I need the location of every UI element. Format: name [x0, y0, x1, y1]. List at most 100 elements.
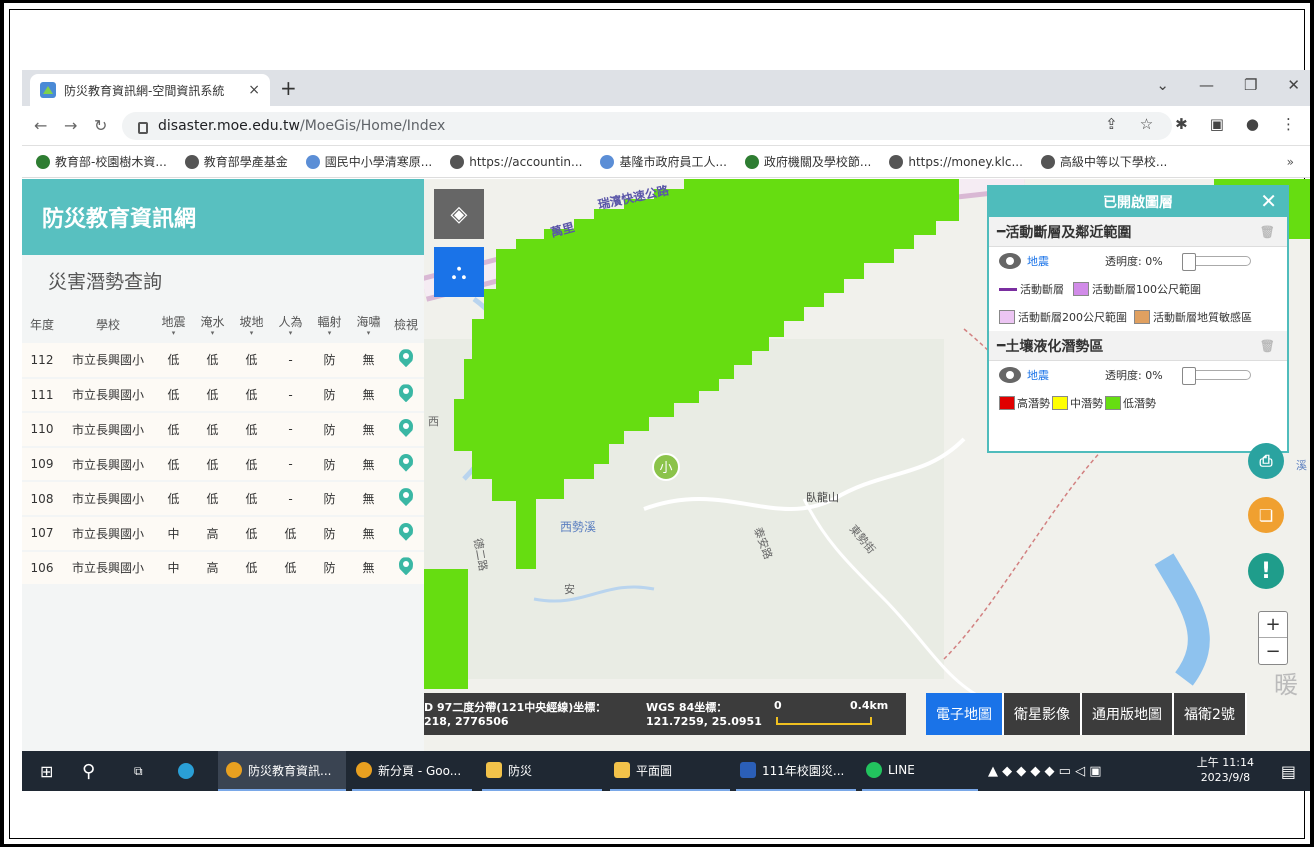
- bookmark-star-icon[interactable]: ☆: [1140, 115, 1153, 133]
- menu-icon[interactable]: ⋮: [1281, 115, 1296, 133]
- new-tab-button[interactable]: +: [280, 76, 297, 100]
- hazard-tool-button[interactable]: ⛬: [434, 247, 484, 297]
- clock-date: 2023/9/8: [1200, 771, 1251, 784]
- side-panel-icon[interactable]: ▣: [1210, 115, 1224, 133]
- print-button[interactable]: ⎙: [1248, 443, 1284, 479]
- col-tsunami[interactable]: 海嘯 ▾: [349, 305, 388, 343]
- trash-icon[interactable]: 🗑: [1260, 225, 1275, 239]
- col-flood[interactable]: 淹水 ▾: [193, 305, 232, 343]
- col-radiation[interactable]: 輻射 ▾: [310, 305, 349, 343]
- taskbar-app[interactable]: LINE: [862, 751, 978, 791]
- map-pin-icon[interactable]: [399, 349, 413, 368]
- cell-view[interactable]: [388, 377, 424, 414]
- bookmark-item[interactable]: 高級中等以下學校...: [1040, 153, 1167, 170]
- close-window-icon[interactable]: ✕: [1287, 76, 1300, 94]
- share-icon[interactable]: ⇪: [1105, 115, 1118, 133]
- map-pin-icon[interactable]: [399, 557, 413, 576]
- cell-view[interactable]: [388, 481, 424, 517]
- cell-tsunami: 無: [349, 550, 388, 587]
- system-tray[interactable]: ▲ ◆ ◆ ◆ ◆ ▭ ◁ ▣: [988, 751, 1101, 791]
- layers-button[interactable]: ◈: [434, 189, 484, 239]
- basemap-button[interactable]: 電子地圖: [926, 693, 1004, 735]
- cell-view[interactable]: [388, 343, 424, 379]
- col-manmade[interactable]: 人為 ▾: [271, 305, 310, 343]
- lock-icon[interactable]: [138, 122, 148, 134]
- search-button[interactable]: ⚲: [82, 751, 95, 791]
- layer-section-header[interactable]: ━ 土壤液化潛勢區 🗑: [989, 331, 1287, 361]
- visibility-eye-icon[interactable]: [999, 367, 1021, 383]
- zoom-in-button[interactable]: +: [1259, 612, 1287, 638]
- taskbar-app-label: LINE: [888, 763, 915, 777]
- back-icon[interactable]: ←: [34, 116, 47, 135]
- map-pin-icon[interactable]: [399, 488, 413, 507]
- legend-label: 活動斷層地質敏感區: [1153, 311, 1252, 324]
- layer-category: 地震: [1027, 255, 1049, 268]
- cell-view[interactable]: [388, 515, 424, 552]
- col-label: 海嘯: [356, 314, 381, 329]
- extensions-icon[interactable]: ✱: [1175, 115, 1188, 133]
- search-icon: ⚲: [82, 760, 96, 782]
- reload-icon[interactable]: ↻: [94, 116, 107, 135]
- restore-icon[interactable]: ❐: [1244, 76, 1257, 94]
- bookmark-item[interactable]: 政府機關及學校節...: [744, 153, 871, 170]
- bookmark-item[interactable]: 教育部學產基金: [184, 153, 288, 170]
- task-view-button[interactable]: ⧉: [134, 751, 143, 791]
- trash-icon[interactable]: 🗑: [1260, 339, 1275, 353]
- basemap-button[interactable]: 通用版地圖: [1082, 693, 1174, 735]
- profile-avatar[interactable]: ●: [1246, 115, 1259, 133]
- alert-button[interactable]: !: [1248, 553, 1284, 589]
- taskbar-app[interactable]: 平面圖: [610, 751, 730, 791]
- visibility-eye-icon[interactable]: [999, 253, 1021, 269]
- bookmark-item[interactable]: 基隆市政府員工人...: [600, 153, 727, 170]
- taskbar-app[interactable]: 新分頁 - Goo...: [352, 751, 472, 791]
- col-view: 檢視: [388, 305, 424, 343]
- site-title: 防災教育資訊網: [22, 179, 424, 255]
- layer-section-header[interactable]: ━ 活動斷層及鄰近範圍 🗑: [989, 217, 1287, 247]
- minimize-icon[interactable]: —: [1199, 76, 1214, 94]
- opacity-slider[interactable]: [1181, 253, 1251, 271]
- bookmark-label: 基隆市政府員工人...: [619, 155, 727, 169]
- bookmark-label: https://money.klc...: [908, 154, 1023, 169]
- taskbar-app[interactable]: 111年校園災...: [736, 751, 856, 791]
- col-slope[interactable]: 坡地 ▾: [232, 305, 271, 343]
- cell-school: 市立長興國小: [62, 550, 154, 587]
- folder-icon: [614, 762, 630, 778]
- map-pin-icon[interactable]: [399, 418, 413, 437]
- liquefaction-low-area[interactable]: [424, 569, 468, 689]
- sort-icon: ▾: [366, 328, 371, 337]
- basemap-button[interactable]: 衛星影像: [1004, 693, 1082, 735]
- taskbar-app[interactable]: 防災: [482, 751, 602, 791]
- zoom-out-button[interactable]: −: [1259, 638, 1287, 664]
- edge-button[interactable]: [178, 751, 194, 791]
- forward-icon[interactable]: →: [64, 116, 77, 135]
- cell-view[interactable]: [388, 446, 424, 483]
- bookmark-item[interactable]: 國民中小學清寒原...: [305, 153, 432, 170]
- address-bar[interactable]: disaster.moe.edu.tw/MoeGis/Home/Index: [122, 112, 1172, 140]
- basemap-button[interactable]: 福衛2號: [1174, 693, 1247, 735]
- bookmark-icon: [36, 154, 50, 169]
- map-view[interactable]: 小 瑞濱快速公路 萬里 臥龍山 西勢溪 安 西 溪 暖 德二路 東勢街 泰安路 …: [424, 179, 1310, 751]
- cell-view[interactable]: [388, 412, 424, 448]
- book-button[interactable]: ❏: [1248, 497, 1284, 533]
- cell-view[interactable]: [388, 550, 424, 587]
- tab-search-icon[interactable]: ⌄: [1156, 76, 1169, 94]
- system-clock[interactable]: 上午 11:14 2023/9/8: [1197, 755, 1254, 785]
- bookmarks-more-button[interactable]: »: [1287, 155, 1294, 169]
- notification-button[interactable]: ▤: [1281, 751, 1296, 791]
- opacity-slider[interactable]: [1181, 367, 1251, 385]
- col-earthquake[interactable]: 地震 ▾: [154, 305, 193, 343]
- map-pin-icon[interactable]: [399, 384, 413, 403]
- browser-tab[interactable]: 防災教育資訊網-空間資訊系統 ×: [30, 74, 270, 106]
- cell-earthquake: 低: [154, 377, 193, 414]
- bookmark-item[interactable]: https://money.klc...: [889, 154, 1023, 169]
- map-pin-icon[interactable]: [399, 522, 413, 541]
- map-pin-icon[interactable]: [399, 453, 413, 472]
- close-panel-icon[interactable]: ✕: [1260, 189, 1277, 213]
- start-button[interactable]: ⊞: [40, 751, 53, 791]
- tab-close-icon[interactable]: ×: [248, 82, 260, 98]
- cell-tsunami: 無: [349, 377, 388, 414]
- bookmark-item[interactable]: https://accountin...: [450, 154, 582, 169]
- bookmark-item[interactable]: 教育部-校園樹木資...: [36, 153, 167, 170]
- cell-year: 106: [22, 550, 62, 587]
- taskbar-app[interactable]: 防災教育資訊...: [218, 751, 346, 791]
